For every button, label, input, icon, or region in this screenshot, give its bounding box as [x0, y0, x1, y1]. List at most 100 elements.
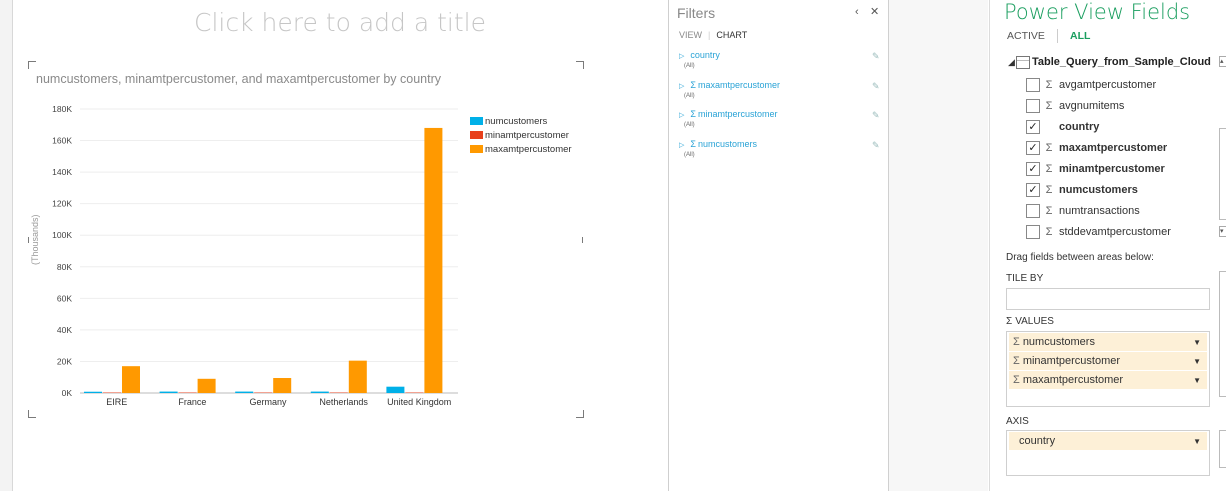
tile-by-label: TILE BY: [1006, 273, 1044, 284]
legend-label: minamtpercustomer: [485, 129, 569, 141]
field-label: country: [1059, 121, 1100, 133]
y-tick-label: 40K: [57, 325, 72, 335]
zone-field-item[interactable]: country ▼: [1009, 432, 1207, 450]
filter-label: country: [690, 50, 720, 60]
eraser-icon[interactable]: ✎: [872, 81, 880, 92]
zone-field-item[interactable]: Σnumcustomers ▼: [1009, 333, 1207, 351]
y-tick-label: 180K: [52, 104, 72, 114]
x-tick-label: Germany: [249, 397, 287, 407]
sigma-icon: Σ: [1045, 163, 1053, 175]
expand-arrow-icon[interactable]: ▷: [679, 142, 684, 149]
field-item[interactable]: Σavgnumitems: [1026, 97, 1124, 115]
field-checkbox[interactable]: ✓: [1026, 162, 1040, 176]
field-label: stddevamtpercustomer: [1059, 226, 1171, 238]
field-label: avgnumitems: [1059, 100, 1125, 112]
legend-item[interactable]: minamtpercustomer: [470, 128, 572, 142]
bar-numcustomers[interactable]: [159, 391, 178, 393]
sigma-icon: Σ: [1045, 100, 1053, 112]
tile-by-drop-zone[interactable]: [1006, 288, 1210, 310]
field-item[interactable]: ✓ Σminamtpercustomer: [1026, 160, 1165, 178]
filter-item[interactable]: ▷ Σmaxamtpercustomer: [679, 80, 780, 90]
field-item[interactable]: ✓ Σmaxamtpercustomer: [1026, 139, 1167, 157]
field-checkbox[interactable]: [1026, 204, 1040, 218]
dropdown-arrow-icon[interactable]: ▼: [1193, 437, 1201, 446]
zone-field-label: numcustomers: [1022, 336, 1095, 348]
eraser-icon[interactable]: ✎: [872, 51, 880, 62]
y-tick-label: 120K: [52, 199, 72, 209]
field-item[interactable]: Σstddevamtpercustomer: [1026, 223, 1171, 241]
expand-triangle-icon[interactable]: ◢: [1008, 57, 1015, 68]
tab-chart[interactable]: CHART: [716, 30, 747, 40]
field-item[interactable]: Σnumtransactions: [1026, 202, 1140, 220]
bar-maxamtpercustomer[interactable]: [273, 378, 292, 393]
filter-item[interactable]: ▷ Σminamtpercustomer: [679, 109, 778, 119]
bar-maxamtpercustomer[interactable]: [348, 360, 367, 393]
field-checkbox[interactable]: [1026, 99, 1040, 113]
bar-maxamtpercustomer[interactable]: [424, 127, 443, 393]
collapse-pane-icon[interactable]: ‹: [855, 6, 859, 18]
expand-arrow-icon[interactable]: ▷: [679, 112, 684, 119]
bar-numcustomers[interactable]: [386, 386, 405, 393]
dropdown-arrow-icon[interactable]: ▼: [1193, 376, 1201, 385]
expand-arrow-icon[interactable]: ▷: [679, 83, 684, 90]
filter-value: (All): [684, 92, 695, 99]
close-icon[interactable]: ✕: [870, 5, 879, 18]
filter-value: (All): [684, 122, 695, 128]
y-tick-label: 100K: [52, 230, 72, 240]
tab-active[interactable]: ACTIVE: [1007, 30, 1045, 42]
field-item[interactable]: ✓ Σnumcustomers: [1026, 181, 1138, 199]
bar-chart[interactable]: 0K 20K 40K 60K 80K 100K 120K 140K 160K 180K EIRE Fr…: [0, 0, 668, 491]
bar-maxamtpercustomer[interactable]: [122, 366, 140, 393]
filters-tabs: VIEW | CHART: [679, 30, 747, 40]
scroll-up-icon[interactable]: ▴: [1219, 56, 1226, 67]
sigma-icon: Σ: [1045, 142, 1053, 154]
expand-arrow-icon[interactable]: ▷: [679, 53, 684, 60]
y-tick-label: 0K: [62, 388, 73, 398]
legend-item[interactable]: numcustomers: [470, 114, 572, 128]
field-label: numcustomers: [1059, 184, 1138, 196]
bar-numcustomers[interactable]: [84, 391, 102, 393]
field-label: maxamtpercustomer: [1059, 142, 1168, 154]
y-tick-label: 160K: [52, 136, 72, 146]
field-item[interactable]: Σavgamtpercustomer: [1026, 76, 1156, 94]
field-list-scrollbar[interactable]: [1219, 128, 1226, 220]
axis-label: AXIS: [1006, 416, 1029, 427]
y-tick-label: 140K: [52, 167, 72, 177]
sigma-icon: Σ: [690, 79, 696, 90]
tab-separator: |: [708, 30, 711, 40]
dropdown-arrow-icon[interactable]: ▼: [1193, 338, 1201, 347]
tab-all[interactable]: ALL: [1070, 30, 1090, 42]
y-tick-label: 80K: [57, 262, 72, 272]
field-checkbox[interactable]: ✓: [1026, 183, 1040, 197]
field-item[interactable]: ✓ country: [1026, 118, 1099, 136]
filter-item[interactable]: ▷ country: [679, 50, 720, 60]
field-checkbox[interactable]: ✓: [1026, 120, 1040, 134]
values-drop-zone[interactable]: Σnumcustomers ▼ Σminamtpercustomer ▼ Σmaxamt…: [1006, 331, 1210, 407]
layout-scrollbar[interactable]: [1219, 430, 1226, 468]
axis-drop-zone[interactable]: country ▼: [1006, 430, 1210, 476]
bar-numcustomers[interactable]: [235, 391, 254, 393]
zone-field-item[interactable]: Σminamtpercustomer ▼: [1009, 352, 1207, 370]
legend-label: maxamtpercustomer: [485, 143, 572, 155]
layout-scrollbar[interactable]: [1219, 271, 1226, 397]
tab-view[interactable]: VIEW: [679, 30, 702, 40]
field-checkbox[interactable]: [1026, 225, 1040, 239]
x-tick-label: United Kingdom: [387, 397, 451, 407]
zone-field-item[interactable]: Σmaxamtpercustomer ▼: [1009, 371, 1207, 389]
table-name[interactable]: Table_Query_from_Sample_Cloud: [1032, 56, 1218, 68]
filter-value: (All): [684, 63, 695, 69]
fields-pane-title: Power View Fields: [1004, 0, 1191, 24]
eraser-icon[interactable]: ✎: [872, 110, 880, 121]
pane-gap: [889, 0, 988, 491]
field-label: numtransactions: [1059, 205, 1140, 217]
dropdown-arrow-icon[interactable]: ▼: [1193, 357, 1201, 366]
scroll-down-icon[interactable]: ▾: [1219, 226, 1226, 237]
chart-legend: numcustomers minamtpercustomer maxamtpercu…: [470, 114, 572, 156]
field-checkbox[interactable]: [1026, 78, 1040, 92]
bar-numcustomers[interactable]: [310, 391, 329, 393]
bar-maxamtpercustomer[interactable]: [197, 378, 216, 393]
eraser-icon[interactable]: ✎: [872, 140, 880, 151]
filter-item[interactable]: ▷ Σnumcustomers: [679, 139, 757, 149]
field-checkbox[interactable]: ✓: [1026, 141, 1040, 155]
legend-item[interactable]: maxamtpercustomer: [470, 142, 572, 156]
